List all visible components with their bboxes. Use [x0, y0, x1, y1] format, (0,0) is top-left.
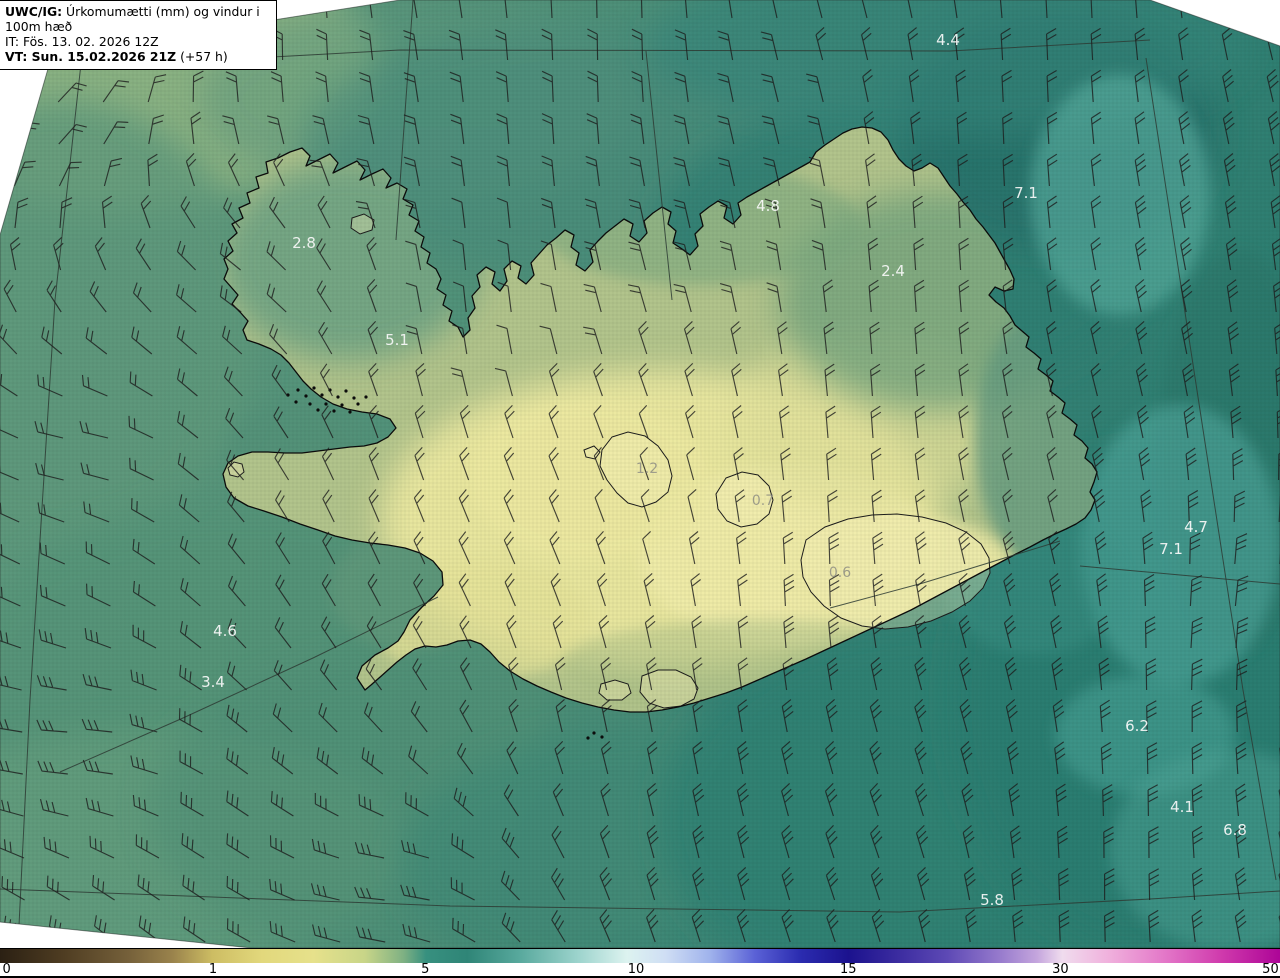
value-label: 5.8 [980, 891, 1004, 909]
colorbar-tick-label: 30 [1052, 962, 1069, 977]
value-label: 7.1 [1014, 184, 1038, 202]
weather-map-figure: 4.4 7.1 4.8 2.8 2.4 5.1 4.7 7.1 4.6 3.4 6.2 4.1 6.8 5… [0, 0, 1280, 978]
value-label: 4.4 [936, 31, 960, 49]
value-label: 3.4 [201, 673, 225, 691]
title-box: UWC/IG: Úrkomumætti (mm) og vindur i 100… [0, 0, 277, 70]
value-label: 0.6 [829, 565, 851, 581]
colorbar-gradient [0, 948, 1280, 963]
map-canvas: 4.47.14.82.82.45.14.77.14.63.46.24.16.85… [0, 0, 1280, 949]
map-clipped-area: 4.47.14.82.82.45.14.77.14.63.46.24.16.85… [0, 0, 1280, 948]
value-label: 2.8 [292, 234, 316, 252]
colorbar-tick-label: 15 [839, 962, 857, 977]
value-label: 4.6 [213, 622, 237, 640]
value-label: 0.7 [752, 493, 774, 509]
colorbar-tick-label: 5 [421, 962, 430, 977]
value-label: 1.2 [636, 461, 658, 477]
value-label: 4.8 [756, 197, 780, 215]
colorbar-tick-label: 1 [208, 962, 218, 977]
value-label: 4.1 [1170, 798, 1194, 816]
colorbar-tick-label: 0 [2, 962, 11, 977]
model-name: UWC/IG: [5, 4, 63, 19]
init-time: IT: Fös. 13. 02. 2026 12Z [5, 34, 159, 50]
value-label: 6.8 [1223, 821, 1247, 839]
valid-time: VT: Sun. 15.02.2026 21Z (+57 h) [5, 49, 228, 65]
colorbar-tick-labels: 0 1 5 10 15 30 50 [0, 962, 1280, 978]
value-label: 4.7 [1184, 518, 1208, 536]
value-label: 2.4 [881, 262, 905, 280]
colorbar: 0 1 5 10 15 30 50 [0, 948, 1280, 978]
title-line: UWC/IG: Úrkomumætti (mm) og vindur i 100… [5, 4, 271, 34]
colorbar-tick-label: 10 [627, 962, 645, 977]
value-label: 7.1 [1159, 540, 1183, 558]
value-label: 6.2 [1125, 717, 1149, 735]
value-label: 5.1 [385, 331, 409, 349]
colorbar-tick-label: 50 [1262, 962, 1279, 977]
